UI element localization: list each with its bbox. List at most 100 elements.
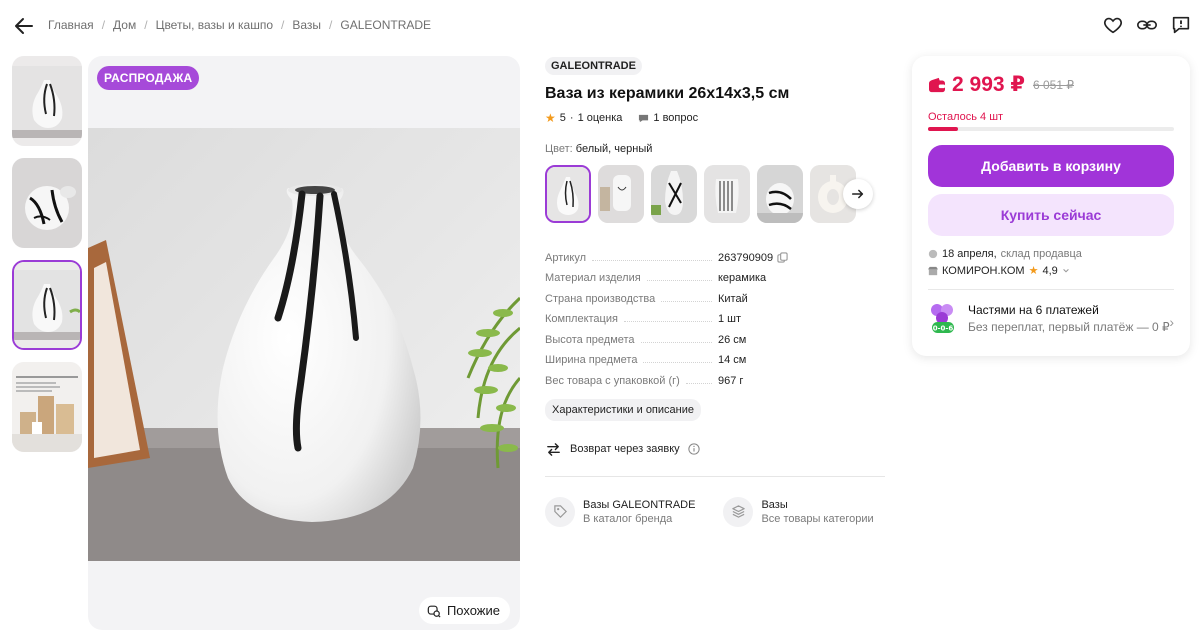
variant-thumbnail[interactable]: [704, 165, 750, 223]
rating-line: ★ 5 · 1 оценка 1 вопрос: [545, 111, 890, 125]
spec-value: Китай: [718, 292, 748, 305]
chevron-right-icon: ›: [1169, 314, 1174, 330]
rating-separator: ·: [569, 112, 574, 124]
similar-icon: [427, 605, 441, 618]
price: 2 993 ₽: [952, 73, 1025, 96]
breadcrumb-item[interactable]: Цветы, вазы и кашпо: [156, 18, 273, 32]
questions-count[interactable]: 1 вопрос: [653, 112, 698, 124]
characteristics-button[interactable]: Характеристики и описание: [545, 398, 701, 421]
seller-name[interactable]: КОМИРОН.КОМ: [942, 265, 1025, 277]
delivery-from: склад продавца: [1000, 248, 1082, 260]
spec-row: Комплектация 1 шт: [545, 305, 890, 325]
breadcrumb-item[interactable]: Вазы: [292, 18, 321, 32]
stock-left: Осталось 4 шт: [928, 111, 1004, 123]
old-price: 6 051 ₽: [1033, 77, 1074, 92]
return-info: Возврат через заявку: [545, 441, 890, 458]
divider: [928, 289, 1174, 290]
variant-list: [545, 165, 890, 227]
stock-bar: [928, 127, 1174, 131]
color-label: Цвет:: [545, 143, 573, 155]
spec-row: Артикул 263790909: [545, 243, 890, 264]
info-icon[interactable]: [687, 443, 700, 455]
spec-row: Материал изделия керамика: [545, 264, 890, 284]
delivery-date: 18 апреля,: [942, 248, 997, 260]
spec-key: Страна производства: [545, 292, 656, 305]
arrow-right-icon: [851, 189, 864, 199]
brand-chip[interactable]: GALEONTRADE: [545, 57, 642, 75]
spec-value: 14 см: [718, 354, 747, 366]
installments-row[interactable]: 0-0-6 Частями на 6 платежей Без переплат…: [928, 302, 1174, 334]
link-title: Вазы: [761, 498, 788, 511]
feedback-icon[interactable]: [1170, 14, 1192, 36]
spec-row: Страна производства Китай: [545, 284, 890, 305]
main-image[interactable]: РАСПРОДАЖА Похожие: [88, 56, 520, 630]
buy-box: 2 993 ₽ 6 051 ₽ Осталось 4 шт Добавить в…: [912, 56, 1190, 356]
link-subtitle: Все товары категории: [761, 512, 874, 525]
spec-key: Материал изделия: [545, 272, 641, 284]
stock-bar-fill: [928, 127, 958, 131]
rating-value[interactable]: 5: [560, 112, 566, 124]
installments-subtitle: Без переплат, первый платёж — 0 ₽: [968, 319, 1170, 334]
buy-now-button[interactable]: Купить сейчас: [928, 194, 1174, 236]
spec-key: Ширина предмета: [545, 354, 638, 366]
product-photo: [88, 128, 520, 561]
spec-value: 1 шт: [718, 313, 742, 325]
variant-thumbnail[interactable]: [757, 165, 803, 223]
star-icon: ★: [1028, 265, 1039, 277]
spec-value: керамика: [718, 272, 767, 284]
installments-badge: 0-0-6: [933, 325, 954, 333]
reviews-count[interactable]: 1 оценка: [578, 112, 623, 124]
delivery-info: 18 апреля, склад продавца: [928, 248, 1174, 260]
specs-table: Артикул 263790909 Материал изделия керам…: [545, 243, 890, 387]
breadcrumb: Главная / Дом / Цветы, вазы и кашпо / Вазы /…: [48, 18, 432, 32]
spec-key: Артикул: [545, 251, 587, 264]
spec-value: 263790909: [718, 252, 890, 264]
box-icon: [928, 249, 938, 259]
star-icon: ★: [545, 111, 556, 125]
product-title: Ваза из керамики 26х14х3,5 см: [545, 85, 790, 102]
similar-label: Похожие: [446, 603, 500, 618]
brand-catalog-link[interactable]: Вазы GALEONTRADE В каталог бренда: [545, 496, 695, 527]
category-link[interactable]: Вазы Все товары категории: [723, 496, 874, 527]
question-icon: [639, 114, 649, 122]
spec-value: 967 г: [718, 374, 744, 387]
return-label: Возврат через заявку: [570, 443, 680, 455]
link-icon[interactable]: [1136, 14, 1158, 36]
thumbnail-active[interactable]: [12, 260, 82, 350]
spec-value: 26 см: [718, 333, 747, 346]
variant-thumbnail[interactable]: [598, 165, 644, 223]
breadcrumb-item[interactable]: Дом: [113, 18, 136, 32]
top-bar: Главная / Дом / Цветы, вазы и кашпо / Вазы /…: [0, 0, 1200, 52]
thumbnail-list: [12, 56, 82, 464]
sale-badge: РАСПРОДАЖА: [97, 66, 200, 90]
return-arrows-icon: [547, 442, 560, 456]
spec-key: Вес товара с упаковкой (г): [545, 374, 680, 387]
thumbnail[interactable]: [12, 56, 82, 146]
breadcrumb-item[interactable]: GALEONTRADE: [340, 18, 431, 32]
installments-icon: 0-0-6: [931, 304, 954, 333]
variants-next-button[interactable]: [843, 179, 873, 209]
similar-button[interactable]: Похожие: [418, 597, 510, 624]
color-value: белый, черный: [575, 143, 653, 155]
breadcrumb-item[interactable]: Главная: [48, 18, 94, 32]
add-to-cart-button[interactable]: Добавить в корзину: [928, 145, 1174, 187]
thumbnail[interactable]: [12, 362, 82, 452]
divider: [545, 475, 885, 477]
spec-row: Высота предмета 26 см: [545, 325, 890, 346]
chevron-down-icon[interactable]: [1062, 267, 1070, 275]
copy-icon[interactable]: [777, 252, 788, 263]
heart-icon[interactable]: [1102, 14, 1124, 36]
price-line: 2 993 ₽ 6 051 ₽: [928, 72, 1174, 97]
arrow-left-icon[interactable]: [12, 14, 36, 38]
variant-thumbnail[interactable]: [545, 165, 591, 223]
wallet-icon: [929, 77, 945, 92]
seller-rating: 4,9: [1042, 264, 1058, 277]
tag-icon: [545, 496, 575, 527]
spec-row: Вес товара с упаковкой (г) 967 г: [545, 366, 890, 387]
spec-row: Ширина предмета 14 см: [545, 346, 890, 366]
seller-info[interactable]: КОМИРОН.КОМ ★ 4,9: [928, 264, 1174, 277]
product-info: GALEONTRADE Ваза из керамики 26х14х3,5 с…: [545, 56, 890, 527]
thumbnail[interactable]: [12, 158, 82, 248]
layers-icon: [723, 496, 754, 527]
variant-thumbnail[interactable]: [651, 165, 697, 223]
